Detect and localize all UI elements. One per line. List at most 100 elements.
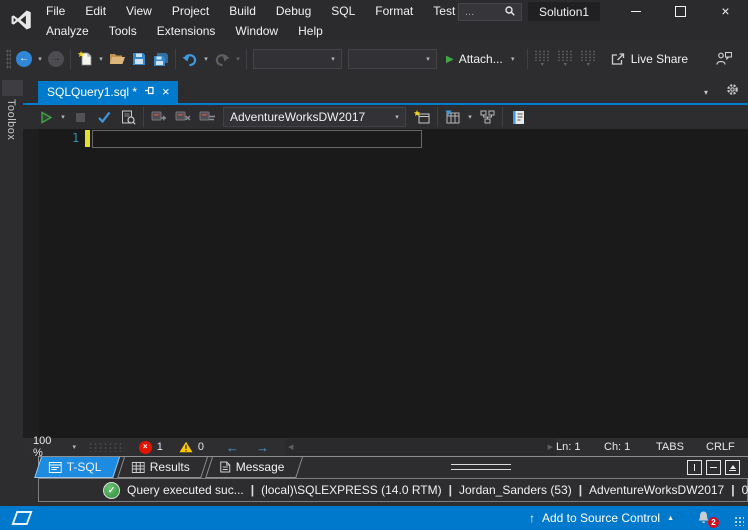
- parse-check-icon: [97, 111, 111, 123]
- breakpoint-margin[interactable]: [23, 129, 39, 438]
- execution-plan-button[interactable]: [441, 106, 465, 128]
- database-selector[interactable]: AdventureWorksDW2017 ▾: [223, 107, 406, 127]
- new-file-button[interactable]: [74, 47, 96, 71]
- tsql-window-icon: [49, 462, 62, 473]
- scroll-left-icon[interactable]: ◀: [288, 443, 293, 451]
- scroll-right-icon[interactable]: ▶: [548, 443, 553, 451]
- menu-format[interactable]: Format: [365, 4, 423, 18]
- warning-icon: [179, 441, 193, 453]
- combo-caret: ▾: [328, 55, 338, 63]
- status-separator: |: [251, 483, 254, 497]
- menu-debug[interactable]: Debug: [266, 4, 321, 18]
- change-connection-button[interactable]: [195, 106, 219, 128]
- pane-maximize-button[interactable]: [725, 460, 740, 475]
- navigate-next-button[interactable]: →: [256, 440, 269, 455]
- menu-sql[interactable]: SQL: [321, 4, 365, 18]
- ghost-caret: ▾: [537, 61, 547, 68]
- save-all-button[interactable]: [150, 47, 172, 71]
- tab-results[interactable]: Results: [117, 457, 208, 478]
- warning-indicator[interactable]: 0: [179, 441, 204, 453]
- menu-extensions[interactable]: Extensions: [147, 24, 226, 38]
- close-button[interactable]: ×: [703, 0, 748, 22]
- template-parameters-button[interactable]: [506, 106, 530, 128]
- tab-bar-extras: ▾: [701, 81, 748, 103]
- error-icon: ×: [139, 441, 152, 454]
- menu-project[interactable]: Project: [162, 4, 219, 18]
- save-button[interactable]: [128, 47, 150, 71]
- tab-overflow-caret[interactable]: ▾: [701, 88, 711, 97]
- navigate-forward-button[interactable]: →: [45, 47, 67, 71]
- menu-view[interactable]: View: [116, 4, 162, 18]
- execution-plan-caret[interactable]: ▾: [465, 113, 475, 121]
- pin-icon[interactable]: [144, 85, 155, 99]
- tab-tsql[interactable]: T-SQL: [34, 457, 120, 478]
- horizontal-scrollbar[interactable]: ◀ ▶: [285, 439, 556, 455]
- attach-play-icon: ▶: [446, 54, 454, 65]
- attach-debugger-button[interactable]: ▶ Attach... ▾: [446, 52, 518, 66]
- restore-icon: [694, 464, 695, 471]
- toolbar-grip[interactable]: [6, 49, 11, 69]
- minimize-button[interactable]: [613, 0, 658, 22]
- toolbox-tab-highlight: [2, 80, 23, 96]
- back-dropdown-caret[interactable]: ▾: [35, 55, 45, 63]
- open-file-button[interactable]: [106, 47, 128, 71]
- analyze-query-button[interactable]: [116, 106, 140, 128]
- pane-splitter-grip[interactable]: [451, 464, 511, 470]
- toolbar-combobox-1[interactable]: ▾: [253, 49, 342, 69]
- code-editor[interactable]: 1: [23, 129, 748, 438]
- toolbar-combobox-2[interactable]: ▾: [348, 49, 437, 69]
- status-strip-grip: [88, 442, 124, 452]
- live-share-button[interactable]: Live Share: [610, 52, 688, 66]
- tab-message[interactable]: Message: [205, 457, 303, 478]
- toolbar-separator: [143, 107, 144, 127]
- title-bar: File Edit View Project Build Debug SQL F…: [0, 0, 748, 40]
- new-query-current-connection-button[interactable]: [410, 106, 434, 128]
- connect-database-button[interactable]: [147, 106, 171, 128]
- undo-dropdown-caret[interactable]: ▾: [201, 55, 211, 63]
- gear-icon[interactable]: [726, 83, 739, 101]
- notifications-button[interactable]: 2: [696, 510, 714, 526]
- back-arrow-icon: ←: [16, 51, 32, 67]
- document-tab-title: SQLQuery1.sql *: [47, 85, 137, 99]
- zoom-caret: ▾: [69, 443, 79, 451]
- new-file-icon: [78, 51, 93, 67]
- maximize-button[interactable]: [658, 0, 703, 22]
- stop-icon: [76, 113, 85, 122]
- maximize-pane-icon: [730, 465, 736, 469]
- quick-launch-search[interactable]: ...: [458, 3, 522, 21]
- toolbox-tab[interactable]: Toolbox: [5, 99, 17, 140]
- solution-name: Solution1: [528, 2, 600, 21]
- database-name: AdventureWorksDW2017: [589, 483, 724, 497]
- new-file-dropdown-caret[interactable]: ▾: [96, 55, 106, 63]
- undo-button[interactable]: [179, 47, 201, 71]
- navigate-previous-button[interactable]: ←: [226, 440, 239, 455]
- menu-tools[interactable]: Tools: [99, 24, 147, 38]
- pane-restore-button[interactable]: [687, 460, 702, 475]
- menu-build[interactable]: Build: [219, 4, 266, 18]
- execute-query-button[interactable]: [34, 106, 58, 128]
- live-share-label: Live Share: [631, 52, 688, 66]
- add-to-source-control-button[interactable]: ↑ Add to Source Control ▲: [529, 511, 674, 525]
- resize-grip[interactable]: [734, 516, 744, 526]
- pane-minimize-button[interactable]: [706, 460, 721, 475]
- disconnect-database-button[interactable]: [171, 106, 195, 128]
- menu-analyze[interactable]: Analyze: [36, 24, 99, 38]
- menu-help[interactable]: Help: [288, 24, 333, 38]
- feedback-person-icon: [715, 51, 732, 66]
- execute-dropdown-caret[interactable]: ▾: [58, 113, 68, 121]
- navigate-back-button[interactable]: ←: [13, 47, 35, 71]
- tab-close-icon[interactable]: ×: [162, 86, 170, 98]
- parse-query-button[interactable]: [92, 106, 116, 128]
- send-feedback-button[interactable]: [715, 51, 732, 71]
- menu-file[interactable]: File: [36, 4, 75, 18]
- menu-window[interactable]: Window: [225, 24, 288, 38]
- current-line-outline: [92, 130, 422, 148]
- error-indicator[interactable]: × 1: [139, 441, 163, 454]
- query-designer-button[interactable]: [475, 106, 499, 128]
- redo-dropdown-caret[interactable]: ▾: [233, 55, 243, 63]
- redo-button[interactable]: [211, 47, 233, 71]
- document-tab-sqlquery1[interactable]: SQLQuery1.sql * ×: [38, 81, 178, 103]
- save-icon: [132, 52, 146, 66]
- menu-edit[interactable]: Edit: [75, 4, 116, 18]
- background-tasks-icon[interactable]: [11, 511, 32, 525]
